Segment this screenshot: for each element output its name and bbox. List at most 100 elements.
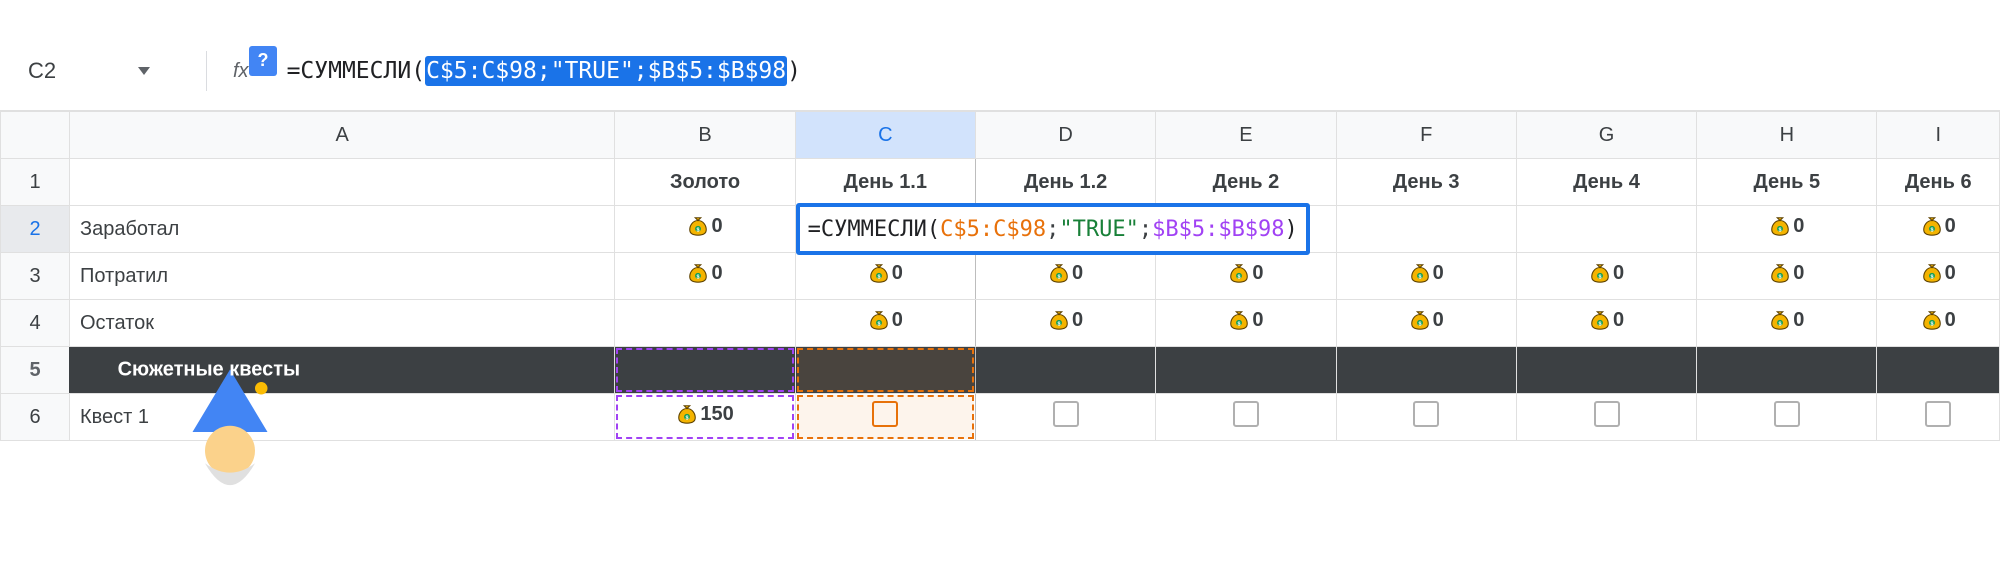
cell-i2[interactable]: 0 bbox=[1877, 206, 2000, 253]
cell-e4[interactable]: 0 bbox=[1156, 300, 1336, 347]
row-header-1[interactable]: 1 bbox=[1, 159, 70, 206]
checkbox[interactable] bbox=[1594, 401, 1620, 427]
col-header-b[interactable]: B bbox=[615, 112, 795, 159]
cell-i6[interactable] bbox=[1877, 394, 2000, 441]
cell-c4[interactable]: 0 bbox=[795, 300, 975, 347]
cell-a4[interactable]: Остаток bbox=[70, 300, 615, 347]
row-header-2[interactable]: 2 bbox=[1, 206, 70, 253]
checkbox[interactable] bbox=[1233, 401, 1259, 427]
cell-c2[interactable]: =СУММЕСЛИ(C$5:C$98;"TRUE";$B$5:$B$98) bbox=[795, 206, 975, 253]
cell-i1[interactable]: День 6 bbox=[1877, 159, 2000, 206]
cell-b6[interactable]: 150 bbox=[615, 394, 795, 441]
cell-g5[interactable] bbox=[1516, 347, 1696, 394]
checkbox[interactable] bbox=[872, 401, 898, 427]
cell-ref-dropdown-icon[interactable] bbox=[138, 67, 150, 75]
checkbox[interactable] bbox=[1413, 401, 1439, 427]
gold-bag-icon bbox=[1769, 261, 1791, 285]
cell-f3-value: 0 bbox=[1433, 262, 1444, 285]
gold-bag-icon bbox=[687, 214, 709, 238]
cell-c2-formula-editor[interactable]: =СУММЕСЛИ(C$5:C$98;"TRUE";$B$5:$B$98) bbox=[796, 203, 1310, 255]
spreadsheet-grid[interactable]: A B C D E F G H I 1 Золото День 1.1 День… bbox=[0, 111, 2000, 441]
cell-h3-value: 0 bbox=[1793, 262, 1804, 285]
cell-a1[interactable] bbox=[70, 159, 615, 206]
cell-d5[interactable] bbox=[975, 347, 1155, 394]
checkbox[interactable] bbox=[1774, 401, 1800, 427]
cell-h6[interactable] bbox=[1697, 394, 1877, 441]
divider bbox=[206, 51, 207, 91]
cell-g3-value: 0 bbox=[1613, 262, 1624, 285]
corner-cell[interactable] bbox=[1, 112, 70, 159]
cell-f5[interactable] bbox=[1336, 347, 1516, 394]
cell-i4[interactable]: 0 bbox=[1877, 300, 2000, 347]
cell-g4[interactable]: 0 bbox=[1516, 300, 1696, 347]
col-header-d[interactable]: D bbox=[975, 112, 1155, 159]
cell-d1[interactable]: День 1.2 bbox=[975, 159, 1155, 206]
col-header-h[interactable]: H bbox=[1697, 112, 1877, 159]
gold-bag-icon bbox=[1048, 261, 1070, 285]
cell-g1[interactable]: День 4 bbox=[1516, 159, 1696, 206]
checkbox[interactable] bbox=[1925, 401, 1951, 427]
cell-h2-value: 0 bbox=[1793, 215, 1804, 238]
cell-h3[interactable]: 0 bbox=[1697, 253, 1877, 300]
cell-f2[interactable] bbox=[1336, 206, 1516, 253]
row-header-5[interactable]: 5 bbox=[1, 347, 70, 394]
col-header-i[interactable]: I bbox=[1877, 112, 2000, 159]
cell-a5[interactable]: Сюжетные квесты bbox=[70, 347, 615, 394]
cell-e1[interactable]: День 2 bbox=[1156, 159, 1336, 206]
row-header-6[interactable]: 6 bbox=[1, 394, 70, 441]
col-header-g[interactable]: G bbox=[1516, 112, 1696, 159]
cell-reference[interactable]: C2 bbox=[20, 54, 130, 88]
cell-f6[interactable] bbox=[1336, 394, 1516, 441]
gold-bag-icon bbox=[1769, 308, 1791, 332]
cell-h1[interactable]: День 5 bbox=[1697, 159, 1877, 206]
cell-b5[interactable] bbox=[615, 347, 795, 394]
fx-icon: fx bbox=[233, 60, 249, 83]
cell-f3[interactable]: 0 bbox=[1336, 253, 1516, 300]
cell-g2[interactable] bbox=[1516, 206, 1696, 253]
cell-i3[interactable]: 0 bbox=[1877, 253, 2000, 300]
cell-a6[interactable]: Квест 1 bbox=[70, 394, 615, 441]
col-header-f[interactable]: F bbox=[1336, 112, 1516, 159]
row-header-3[interactable]: 3 bbox=[1, 253, 70, 300]
gold-bag-icon bbox=[868, 308, 890, 332]
cell-b3[interactable]: 0 bbox=[615, 253, 795, 300]
cell-a3[interactable]: Потратил bbox=[70, 253, 615, 300]
cell-c3[interactable]: 0 bbox=[795, 253, 975, 300]
cell-d3-value: 0 bbox=[1072, 262, 1083, 285]
cell-c6[interactable] bbox=[795, 394, 975, 441]
cell-e6[interactable] bbox=[1156, 394, 1336, 441]
checkbox[interactable] bbox=[1053, 401, 1079, 427]
formula-input[interactable]: = СУММЕСЛИ ( C$5:C$98;"TRUE";$B$5:$B$98 … bbox=[287, 56, 801, 86]
cell-g3[interactable]: 0 bbox=[1516, 253, 1696, 300]
row-header-4[interactable]: 4 bbox=[1, 300, 70, 347]
fx-icon-wrapper: fx ? bbox=[233, 60, 251, 83]
cell-i5[interactable] bbox=[1877, 347, 2000, 394]
cell-d3[interactable]: 0 bbox=[975, 253, 1155, 300]
gold-bag-icon bbox=[1589, 261, 1611, 285]
cell-e3[interactable]: 0 bbox=[1156, 253, 1336, 300]
formula-open-paren: ( bbox=[411, 58, 425, 84]
cell-e4-value: 0 bbox=[1252, 309, 1263, 332]
cell-b2[interactable]: 0 bbox=[615, 206, 795, 253]
col-header-a[interactable]: A bbox=[70, 112, 615, 159]
cell-d6[interactable] bbox=[975, 394, 1155, 441]
cell-c1[interactable]: День 1.1 bbox=[795, 159, 975, 206]
cell-e5[interactable] bbox=[1156, 347, 1336, 394]
cell-d4[interactable]: 0 bbox=[975, 300, 1155, 347]
formula-help-icon[interactable]: ? bbox=[249, 46, 277, 76]
cell-g6[interactable] bbox=[1516, 394, 1696, 441]
cell-h2[interactable]: 0 bbox=[1697, 206, 1877, 253]
cell-a2[interactable]: Заработал bbox=[70, 206, 615, 253]
cf-sep1: ; bbox=[1046, 217, 1059, 242]
cell-h5[interactable] bbox=[1697, 347, 1877, 394]
col-header-c[interactable]: C bbox=[795, 112, 975, 159]
cell-b4[interactable] bbox=[615, 300, 795, 347]
gold-bag-icon bbox=[1228, 261, 1250, 285]
cell-h4[interactable]: 0 bbox=[1697, 300, 1877, 347]
gold-bag-icon bbox=[1921, 261, 1943, 285]
cell-f4[interactable]: 0 bbox=[1336, 300, 1516, 347]
cell-b1[interactable]: Золото bbox=[615, 159, 795, 206]
cell-c5[interactable] bbox=[795, 347, 975, 394]
col-header-e[interactable]: E bbox=[1156, 112, 1336, 159]
cell-f1[interactable]: День 3 bbox=[1336, 159, 1516, 206]
